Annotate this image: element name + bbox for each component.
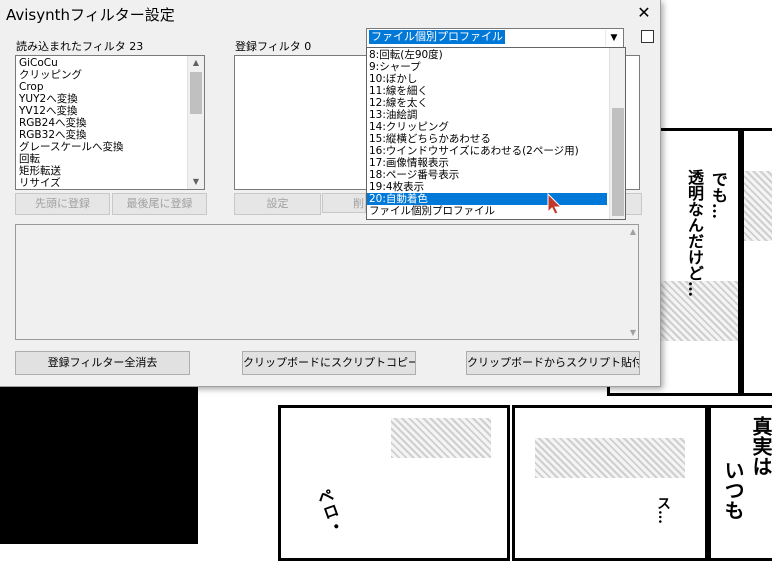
manga-text-4: いつも bbox=[721, 460, 745, 520]
description-scroll-up-icon[interactable]: ▲ bbox=[630, 227, 636, 236]
manga-text-6: ス… bbox=[655, 496, 671, 524]
scroll-up-icon[interactable]: ▲ bbox=[188, 56, 204, 70]
dropdown-option[interactable]: 9:シャープ bbox=[367, 61, 607, 73]
close-icon[interactable]: ✕ bbox=[632, 2, 656, 24]
manga-panel-top-right-2 bbox=[741, 128, 772, 396]
manga-text-1: でも… bbox=[709, 171, 728, 219]
chevron-down-icon[interactable]: ▼ bbox=[605, 30, 622, 46]
scroll-thumb[interactable] bbox=[190, 72, 202, 114]
description-scroll-down-icon[interactable]: ▼ bbox=[630, 328, 636, 337]
delete-button[interactable]: 削 bbox=[322, 193, 366, 213]
dropdown-option[interactable]: 12:線を太く bbox=[367, 97, 607, 109]
list-item[interactable]: 矩形転送 bbox=[16, 165, 123, 177]
black-area bbox=[0, 386, 198, 544]
dropdown-option[interactable]: 11:線を細く bbox=[367, 85, 607, 97]
list-item[interactable]: クリッピング bbox=[16, 69, 123, 81]
list-item[interactable]: YV12へ変換 bbox=[16, 105, 123, 117]
manga-panel-bottom-3: 真実は いつも bbox=[708, 405, 772, 561]
manga-panel-bottom-2: ス… bbox=[512, 405, 708, 561]
dropdown-option[interactable]: 17:画像情報表示 bbox=[367, 157, 607, 169]
hidden-button[interactable] bbox=[624, 193, 642, 215]
dropdown-option[interactable]: 8:回転(左90度) bbox=[367, 49, 607, 61]
mouse-cursor-icon bbox=[547, 193, 563, 215]
dropdown-scrollbar[interactable] bbox=[609, 48, 625, 219]
dropdown-option[interactable]: 15:縦横どちらかあわせる bbox=[367, 133, 607, 145]
loaded-filters-scrollbar[interactable]: ▲ ▼ bbox=[187, 56, 204, 189]
clear-all-button[interactable]: 登録フィルター全消去 bbox=[15, 351, 190, 375]
dropdown-scroll-thumb[interactable] bbox=[612, 108, 624, 216]
dropdown-option[interactable]: 18:ページ番号表示 bbox=[367, 169, 607, 181]
loaded-filters-label: 読み込まれたフィルタ 23 bbox=[16, 40, 144, 53]
window-title: Avisynthフィルター設定 bbox=[6, 6, 175, 24]
profile-dropdown-list[interactable]: 8:回転(左90度) 9:シャープ 10:ぼかし 11:線を細く 12:線を太く… bbox=[366, 47, 626, 220]
register-last-button[interactable]: 最後尾に登録 bbox=[112, 193, 207, 215]
list-item[interactable]: Crop bbox=[16, 81, 123, 93]
scroll-down-icon[interactable]: ▼ bbox=[188, 175, 204, 189]
description-panel: ▲ ▼ bbox=[15, 224, 639, 340]
profile-combobox[interactable]: ファイル個別プロファイル ▼ bbox=[366, 28, 624, 48]
avisynth-filter-dialog: Avisynthフィルター設定 ✕ 読み込まれたフィルタ 23 登録フィルタ 0… bbox=[0, 0, 661, 387]
loaded-filters-items: GiCoCu クリッピング Crop YUY2へ変換 YV12へ変換 RGB24… bbox=[16, 57, 123, 189]
registered-filters-label: 登録フィルタ 0 bbox=[235, 40, 312, 53]
list-item[interactable]: リサイズ bbox=[16, 177, 123, 189]
list-item[interactable]: 回転 bbox=[16, 153, 123, 165]
list-item[interactable]: RGB32へ変換 bbox=[16, 129, 123, 141]
loaded-filters-list[interactable]: GiCoCu クリッピング Crop YUY2へ変換 YV12へ変換 RGB24… bbox=[15, 55, 205, 190]
list-item[interactable]: グレースケールへ変換 bbox=[16, 141, 123, 153]
list-item[interactable]: YUY2へ変換 bbox=[16, 93, 123, 105]
dropdown-option[interactable]: ファイル個別プロファイル bbox=[367, 205, 607, 217]
manga-panel-bottom-1: ペロ・ bbox=[278, 405, 510, 561]
profile-combobox-value: ファイル個別プロファイル bbox=[369, 30, 505, 44]
copy-script-button[interactable]: クリップボードにスクリプトコピー bbox=[242, 351, 416, 375]
dropdown-option[interactable]: 19:4枚表示 bbox=[367, 181, 607, 193]
option-checkbox[interactable] bbox=[641, 30, 654, 43]
register-first-button[interactable]: 先頭に登録 bbox=[15, 193, 110, 215]
manga-text-2: 透明なんだけど… bbox=[685, 169, 704, 297]
dropdown-option-selected[interactable]: 20:自動着色 bbox=[367, 193, 607, 205]
dropdown-option[interactable]: 10:ぼかし bbox=[367, 73, 607, 85]
manga-text-5: ペロ・ bbox=[312, 486, 347, 538]
settings-button[interactable]: 設定 bbox=[234, 193, 321, 215]
list-item[interactable]: RGB24へ変換 bbox=[16, 117, 123, 129]
dropdown-option[interactable]: 14:クリッピング bbox=[367, 121, 607, 133]
manga-text-3: 真実は bbox=[749, 416, 772, 476]
dropdown-option[interactable]: 13:油絵調 bbox=[367, 109, 607, 121]
list-item[interactable]: GiCoCu bbox=[16, 57, 123, 69]
paste-script-button[interactable]: クリップボードからスクリプト貼付 bbox=[466, 351, 640, 375]
dropdown-option[interactable]: 16:ウインドウサイズにあわせる(2ページ用) bbox=[367, 145, 607, 157]
